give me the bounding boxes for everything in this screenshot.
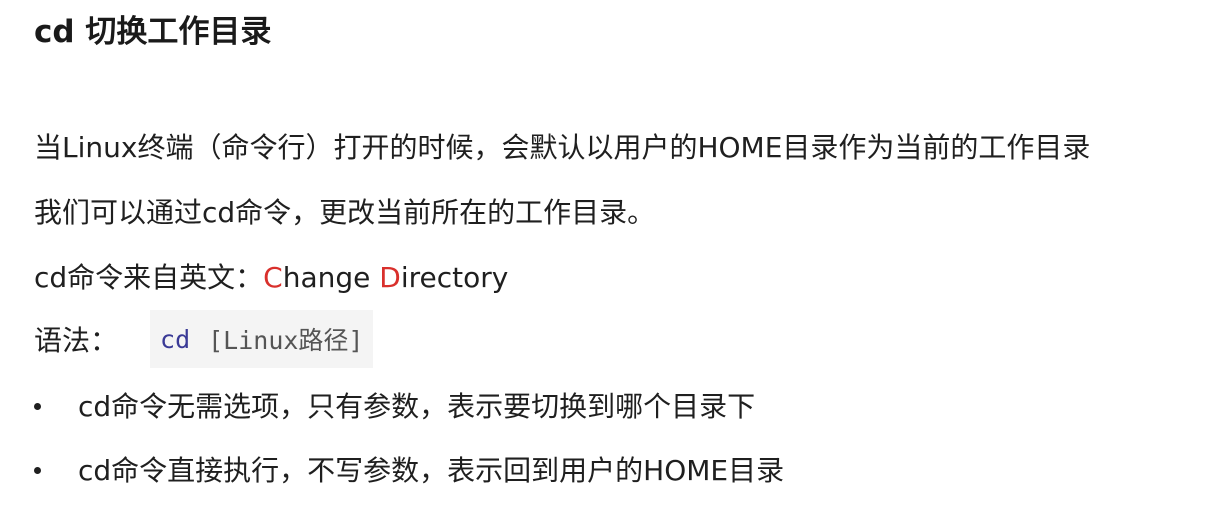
syntax-code-keyword: cd [160,324,191,354]
cd-purpose-paragraph: 我们可以通过cd命令，更改当前所在的工作目录。 [34,196,656,229]
syntax-line: 语法： cd [Linux路径] [34,310,374,368]
origin-prefix: cd命令来自英文： [34,261,264,294]
syntax-label: 语法： [34,324,119,357]
list-item-text: cd命令无需选项，只有参数，表示要切换到哪个目录下 [78,390,756,423]
intro-paragraph: 当Linux终端（命令行）打开的时候，会默认以用户的HOME目录作为当前的工作目… [34,131,1091,164]
bullet-dot-icon [34,467,41,474]
accent-letter-c: C [263,261,283,294]
bullet-dot-icon [34,403,41,410]
syntax-code-argument: [Linux路径] [208,326,364,355]
page-title: cd 切换工作目录 [34,14,272,50]
origin-word-directory-rest: irectory [400,261,509,294]
syntax-code-block: cd [Linux路径] [150,310,374,368]
origin-word-change-rest: hange [282,261,380,294]
accent-letter-d: D [379,261,401,294]
cd-origin-paragraph: cd命令来自英文：Change Directory [34,258,508,298]
list-item-text: cd命令直接执行，不写参数，表示回到用户的HOME目录 [78,454,785,487]
